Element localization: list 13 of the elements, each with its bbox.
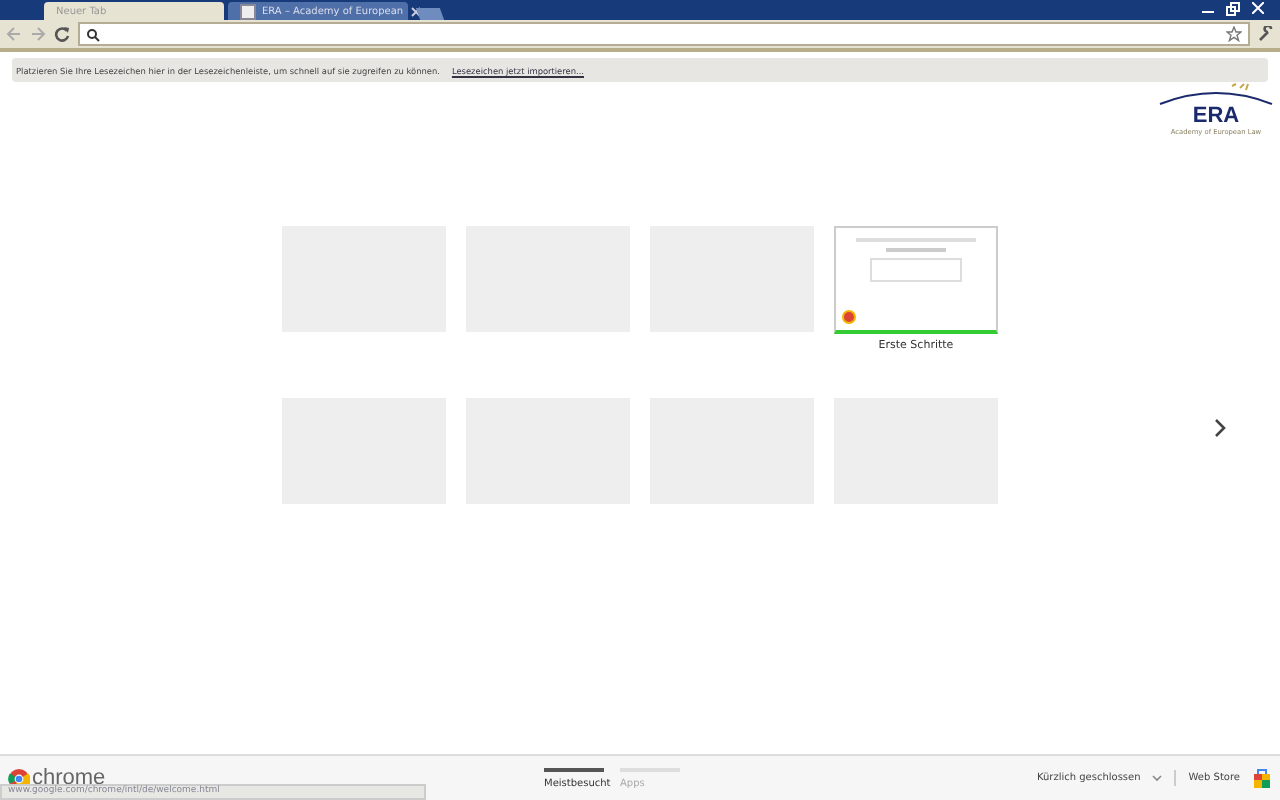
close-icon[interactable] xyxy=(1252,2,1264,16)
page-thumbnail[interactable] xyxy=(834,226,998,334)
restore-icon[interactable] xyxy=(1226,2,1240,16)
close-tab-icon[interactable] xyxy=(409,5,422,17)
star-icon[interactable] xyxy=(1226,26,1242,42)
wrench-icon[interactable] xyxy=(1258,26,1274,42)
new-tab-button[interactable] xyxy=(415,8,445,20)
next-page-icon[interactable] xyxy=(1214,418,1226,438)
search-icon xyxy=(86,27,100,41)
caret-icon[interactable] xyxy=(1152,774,1163,782)
reload-icon[interactable] xyxy=(54,26,70,42)
web-store-icon[interactable] xyxy=(1252,768,1272,788)
page-icon xyxy=(240,3,256,19)
